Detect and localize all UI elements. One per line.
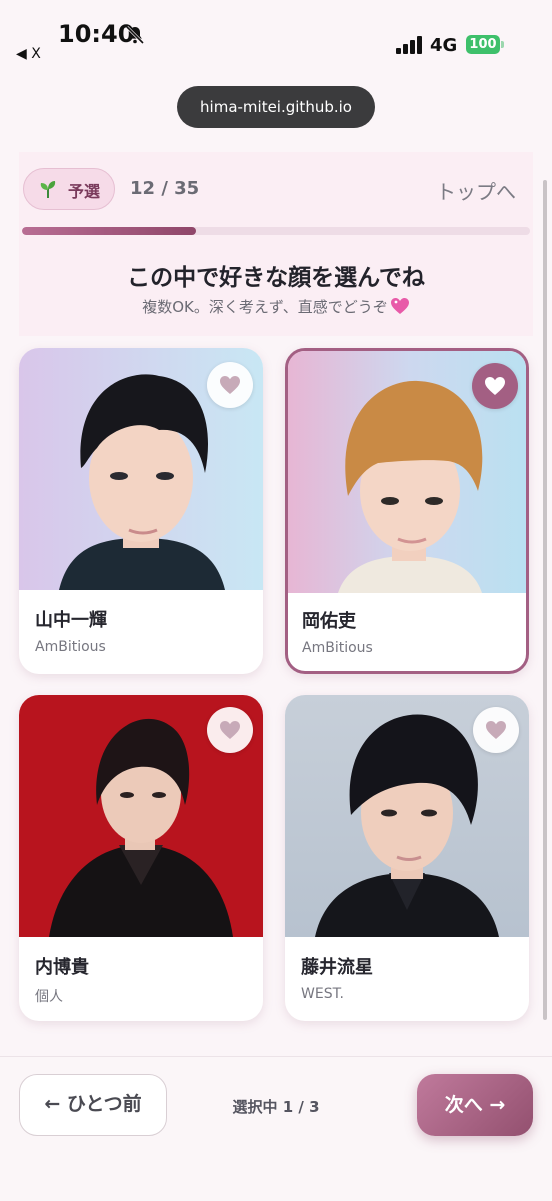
previous-button[interactable]: ← ひとつ前 bbox=[19, 1074, 167, 1136]
person-card[interactable]: 藤井流星 WEST. bbox=[285, 695, 529, 1021]
bell-muted-icon bbox=[125, 25, 145, 45]
url-bar[interactable]: hima-mitei.github.io bbox=[177, 86, 375, 128]
selection-counter: 選択中 1 / 3 bbox=[232, 1098, 320, 1116]
person-name: 内博貴 bbox=[35, 957, 89, 978]
subtitle-text: 複数OK。深く考えず、直感でどうぞ bbox=[142, 298, 388, 316]
heart-icon bbox=[486, 721, 506, 739]
person-group: AmBitious bbox=[302, 640, 373, 656]
person-group: 個人 bbox=[35, 989, 63, 1005]
page-title: この中で好きな顔を選んでね bbox=[127, 265, 425, 291]
signal-icon bbox=[396, 36, 422, 54]
person-group: AmBitious bbox=[35, 639, 106, 655]
stage-badge: 予選 bbox=[23, 168, 115, 210]
sprout-icon bbox=[40, 181, 56, 198]
favorite-button[interactable] bbox=[207, 707, 253, 753]
progress-bar bbox=[22, 227, 530, 235]
battery-nub bbox=[501, 41, 504, 48]
battery-indicator: 100 bbox=[466, 35, 500, 54]
favorite-button-active[interactable] bbox=[472, 363, 518, 409]
favorite-button[interactable] bbox=[473, 707, 519, 753]
progress-counter: 12 / 35 bbox=[130, 178, 200, 199]
back-to-app-link[interactable]: ◀ X bbox=[16, 46, 41, 62]
person-name: 藤井流星 bbox=[301, 957, 373, 978]
page-subtitle: 複数OK。深く考えず、直感でどうぞ bbox=[0, 296, 552, 317]
heart-icon bbox=[220, 721, 240, 739]
status-bar: 10:40 ◀ X 4G 100 bbox=[0, 0, 552, 70]
person-group: WEST. bbox=[301, 986, 344, 1002]
scrollbar[interactable] bbox=[543, 180, 547, 1020]
person-card[interactable]: 内博貴 個人 bbox=[19, 695, 263, 1021]
person-card-selected[interactable]: 岡佑吏 AmBitious bbox=[285, 348, 529, 674]
sparkling-heart-icon bbox=[390, 298, 409, 314]
person-name: 岡佑吏 bbox=[302, 611, 356, 632]
person-name: 山中一輝 bbox=[35, 610, 107, 631]
next-button[interactable]: 次へ → bbox=[417, 1074, 533, 1136]
status-time: 10:40 bbox=[58, 20, 135, 48]
network-type: 4G bbox=[430, 35, 458, 56]
stage-label: 予選 bbox=[68, 182, 101, 201]
top-link[interactable]: トップへ bbox=[436, 176, 516, 205]
favorite-button[interactable] bbox=[207, 362, 253, 408]
progress-bar-fill bbox=[22, 227, 197, 235]
person-card[interactable]: 山中一輝 AmBitious bbox=[19, 348, 263, 674]
heart-icon bbox=[485, 377, 505, 395]
heart-icon bbox=[220, 376, 240, 394]
